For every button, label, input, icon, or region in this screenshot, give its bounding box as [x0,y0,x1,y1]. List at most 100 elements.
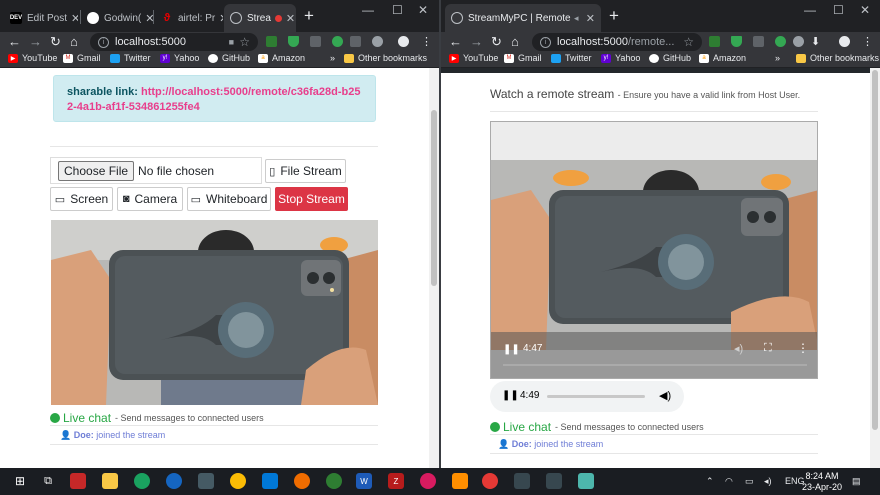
address-bar[interactable]: i localhost:5000 ■ ☆ [90,33,258,51]
menu-kebab-icon[interactable]: ⋮ [797,341,809,355]
page-scrollbar[interactable] [870,68,880,468]
tab-github[interactable]: Godwin( ✕ [81,4,153,32]
window-close-button[interactable]: ✕ [418,3,428,17]
menu-kebab-icon[interactable]: ⋮ [862,33,873,51]
fullscreen-icon[interactable]: ⛶ [764,342,772,355]
scrollbar-thumb[interactable] [872,70,878,430]
profile-avatar-icon[interactable] [839,36,850,47]
chrome-icon[interactable] [482,473,498,489]
stop-stream-button[interactable]: Stop Stream [275,187,348,211]
bookmarks-overflow-button[interactable]: » [775,53,780,63]
close-icon[interactable]: ✕ [141,12,153,25]
volume-icon[interactable]: ◂) [734,342,743,355]
address-bar[interactable]: i localhost:5000 /remote... ☆ [532,33,702,51]
bookmark-amazon[interactable]: a Amazon [258,53,305,63]
tab-airtel[interactable]: ϑ airtel: Pr ✕ [155,4,223,32]
media-player-icon[interactable] [420,473,436,489]
bookmark-yahoo[interactable]: y! Yahoo [160,53,199,63]
extension-icon[interactable] [332,36,343,47]
bookmark-gmail[interactable]: M Gmail [504,53,542,63]
volume-icon[interactable]: ◂) [764,476,772,487]
xampp-icon[interactable] [452,473,468,489]
chat-app-icon[interactable] [134,473,150,489]
file-explorer-icon[interactable] [102,473,118,489]
tab-dev-edit-post[interactable]: DEV Edit Post ✕ [4,4,78,32]
new-tab-button[interactable]: + [304,6,314,26]
wifi-icon[interactable]: ◠ [725,476,733,487]
file-stream-button[interactable]: ▯ File Stream [265,159,346,183]
mongodb-icon[interactable] [326,473,342,489]
windows-start-icon[interactable]: ⊞ [12,473,28,489]
reload-button[interactable]: ↻ [491,33,502,51]
pause-button[interactable]: ❚❚ [502,390,519,401]
shield-icon[interactable] [731,36,742,47]
screen-button[interactable]: ▭ Screen [50,187,113,211]
extension-icon[interactable] [310,36,321,47]
gear-icon[interactable] [793,36,804,47]
browser-icon[interactable] [166,473,182,489]
filezilla-icon[interactable]: Z [388,473,404,489]
home-button[interactable]: ⌂ [511,33,519,51]
bookmark-star-icon[interactable]: ☆ [239,35,250,49]
menu-kebab-icon[interactable]: ⋮ [421,33,432,51]
extension-icon[interactable] [753,36,764,47]
remote-video-player[interactable]: ❚❚ 4:47 ◂) ⛶ ⋮ [490,121,818,379]
file-input[interactable]: Choose File No file chosen [50,157,262,184]
back-button[interactable]: ← [8,33,21,51]
app-icon[interactable] [546,473,562,489]
bookmark-youtube[interactable]: ▶ YouTube [449,53,498,63]
minimize-button[interactable]: — [362,3,374,17]
close-icon[interactable]: ✕ [582,12,595,25]
bookmark-gmail[interactable]: M Gmail [63,53,101,63]
extension-icon[interactable] [350,36,361,47]
audio-progress-bar[interactable] [547,395,645,398]
app-icon[interactable] [198,473,214,489]
tab-stream-active[interactable]: Strea ✕ [224,4,296,32]
bookmark-star-icon[interactable]: ☆ [683,35,694,49]
bookmark-amazon[interactable]: a Amazon [699,53,746,63]
bookmark-youtube[interactable]: ▶ YouTube [8,53,57,63]
profile-avatar-icon[interactable] [398,36,409,47]
pause-button[interactable]: ❚❚ [503,344,520,355]
close-icon[interactable]: ✕ [215,12,223,25]
bookmark-twitter[interactable]: Twitter [551,53,592,63]
app-icon[interactable] [578,473,594,489]
minimize-button[interactable]: — [804,3,816,17]
audio-player[interactable]: ❚❚ 4:49 ◀) [490,381,684,412]
vscode-icon[interactable] [262,473,278,489]
forward-button[interactable]: → [470,33,483,51]
app-icon[interactable] [514,473,530,489]
camera-icon[interactable]: ■ [229,37,234,47]
extension-icon[interactable] [775,36,786,47]
extension-icon[interactable] [266,36,277,47]
camera-button[interactable]: ◙ Camera [117,187,183,211]
home-button[interactable]: ⌂ [70,33,78,51]
info-icon[interactable]: i [540,36,551,48]
reload-button[interactable]: ↻ [50,33,61,51]
bookmark-yahoo[interactable]: y! Yahoo [601,53,640,63]
tab-streammypc-remote[interactable]: StreamMyPC | Remote ◂ ✕ [445,4,601,32]
volume-icon[interactable]: ◀) [659,389,671,402]
word-icon[interactable]: W [356,473,372,489]
gear-icon[interactable] [372,36,383,47]
maximize-button[interactable]: ☐ [392,3,403,17]
choose-file-button[interactable]: Choose File [58,160,135,181]
maximize-button[interactable]: ☐ [833,3,844,17]
close-icon[interactable]: ✕ [282,12,295,25]
battery-icon[interactable]: ▭ [745,476,754,487]
action-center-icon[interactable]: ▤ [852,476,861,487]
bookmark-twitter[interactable]: Twitter [110,53,151,63]
bookmark-github[interactable]: GitHub [208,53,250,63]
whiteboard-button[interactable]: ▭ Whiteboard [187,187,271,211]
scrollbar-thumb[interactable] [431,110,437,286]
window-close-button[interactable]: ✕ [860,3,870,17]
back-button[interactable]: ← [449,33,462,51]
other-bookmarks[interactable]: Other bookmarks [796,53,879,63]
close-icon[interactable]: ✕ [67,12,78,25]
pdf-reader-icon[interactable] [70,473,86,489]
shield-icon[interactable] [288,36,299,47]
taskbar-clock[interactable]: 8:24 AM 23-Apr-20 [802,471,842,493]
other-bookmarks[interactable]: Other bookmarks [344,53,427,63]
bookmarks-overflow-button[interactable]: » [330,53,335,63]
host-video-preview[interactable] [51,220,378,405]
